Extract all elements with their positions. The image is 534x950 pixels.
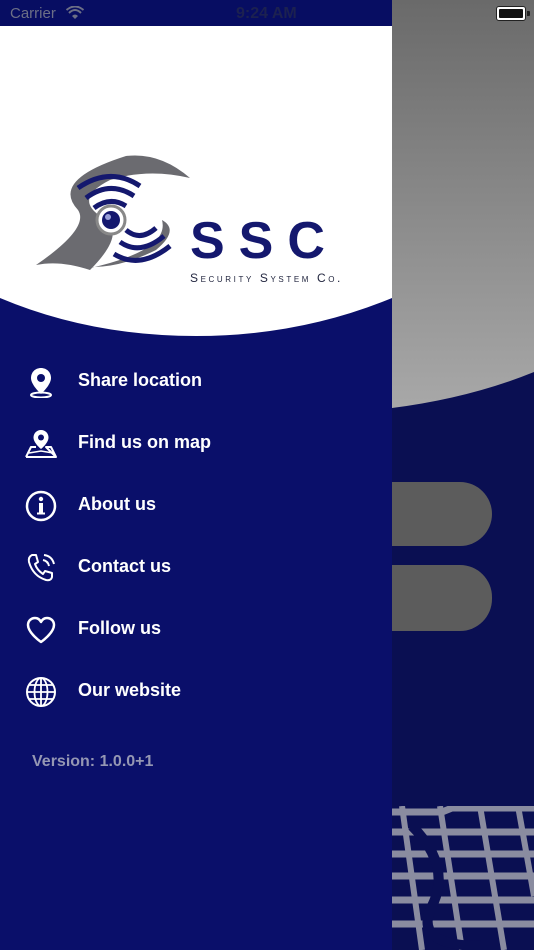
wifi-icon <box>66 6 84 19</box>
version-label: Version: 1.0.0+1 <box>32 753 154 770</box>
battery-icon <box>496 6 530 21</box>
menu-item-our-website[interactable]: Our website <box>0 665 392 717</box>
heart-icon <box>24 613 58 647</box>
menu-item-contact-us[interactable]: Contact us <box>0 541 392 593</box>
menu-item-about-us[interactable]: About us <box>0 479 392 531</box>
logo-wordmark: SSC <box>190 212 339 270</box>
location-pin-icon <box>24 365 58 399</box>
logo-subtitle: Security System Co. <box>190 271 343 285</box>
menu-item-follow-us[interactable]: Follow us <box>0 603 392 655</box>
carrier-label: Carrier <box>10 5 56 22</box>
menu-item-share-location[interactable]: Share location <box>0 355 392 407</box>
phone-icon <box>24 551 58 585</box>
info-icon <box>24 489 58 523</box>
globe-icon <box>24 675 58 709</box>
menu-item-label: Share location <box>78 370 203 390</box>
ssc-logo-icon <box>36 155 190 270</box>
menu-item-label: Follow us <box>78 618 161 638</box>
menu-item-find-us-on-map[interactable]: Find us on map <box>0 417 392 469</box>
status-bar: Carrier 9:24 AM <box>0 0 534 26</box>
menu-item-label: Contact us <box>78 556 172 576</box>
map-pin-icon <box>24 427 58 461</box>
status-time: 9:24 AM <box>236 5 297 22</box>
menu-item-label: About us <box>78 494 156 514</box>
navigation-drawer: SSC Security System Co. Share location F… <box>0 0 392 950</box>
menu-item-label: Our website <box>78 680 182 700</box>
menu-item-label: Find us on map <box>78 432 211 452</box>
background-map-graphic <box>392 806 534 950</box>
